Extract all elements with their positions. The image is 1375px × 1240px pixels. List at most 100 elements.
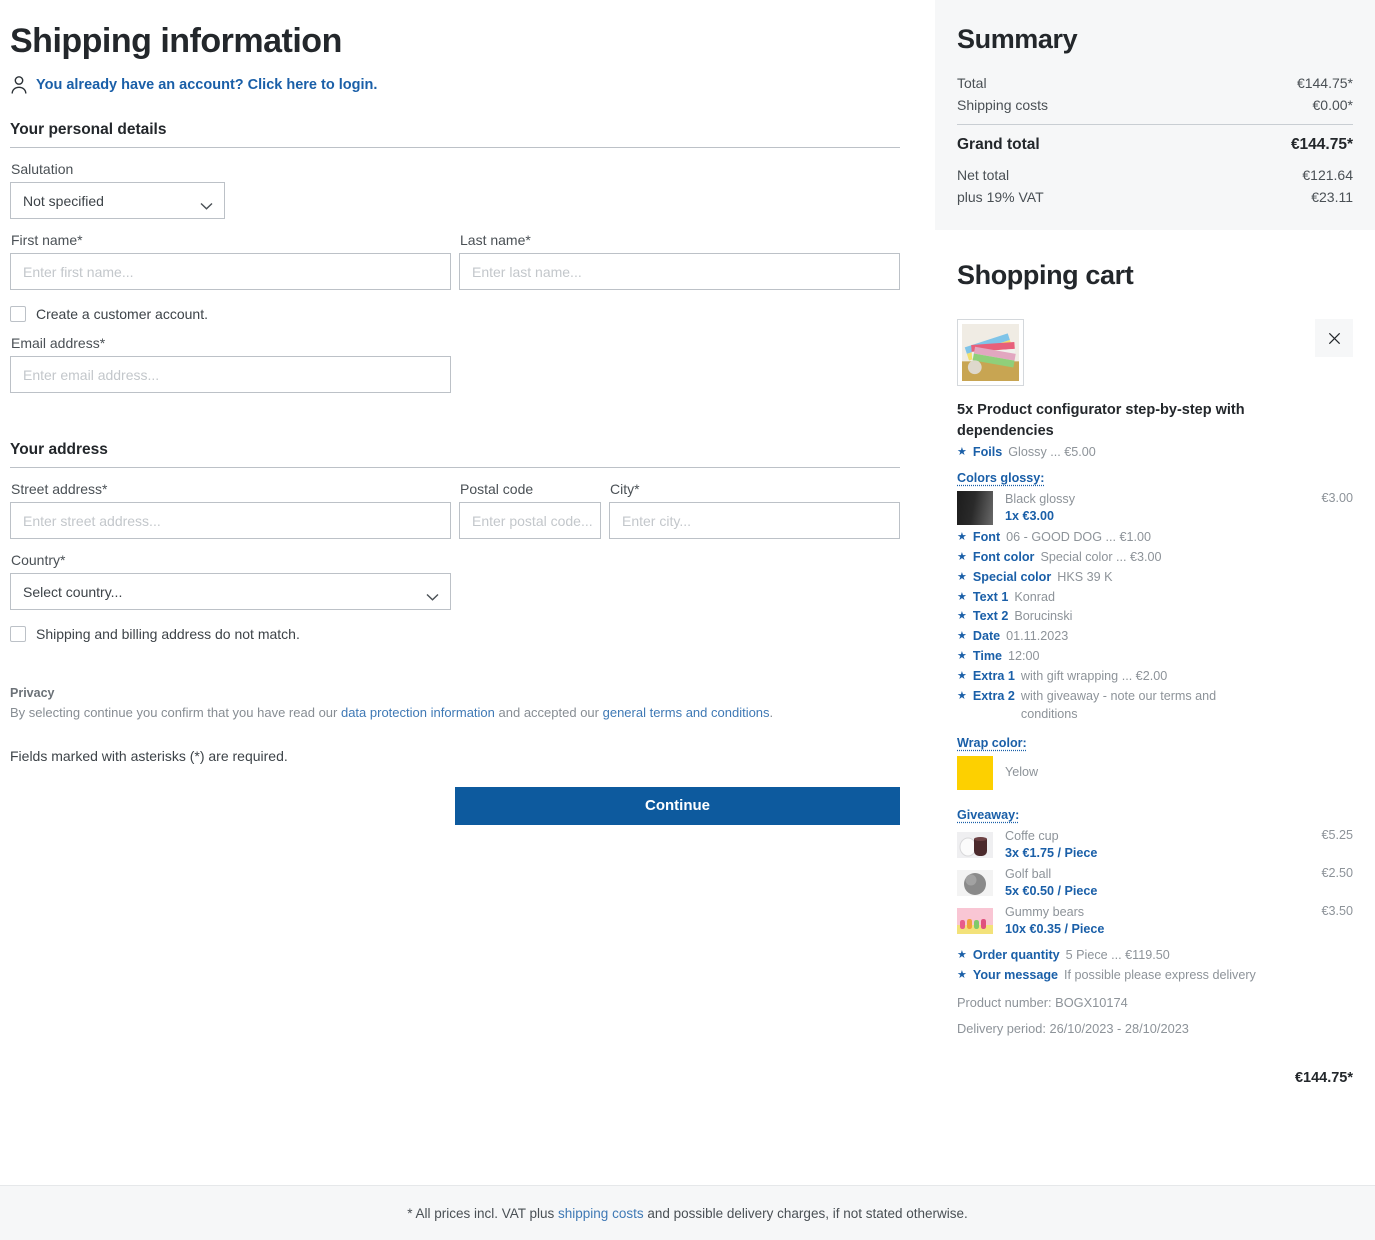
summary-row-net-total: Net total €121.64 — [957, 164, 1353, 186]
cart-option-key: Font — [972, 529, 1001, 544]
gummy-bears-thumbnail — [957, 907, 993, 934]
postal-code-placeholder: Enter postal code... — [472, 512, 593, 529]
cart-option-date: ★ Date 01.11.2023 — [957, 628, 1353, 646]
cart-option-key: Text 2 — [972, 609, 1009, 624]
salutation-select[interactable]: Not specified — [10, 182, 225, 220]
cart-option-text-1: ★ Text 1 Konrad — [957, 589, 1353, 607]
wrap-color-item: Yelow — [957, 755, 1353, 790]
email-placeholder: Enter email address... — [23, 366, 160, 383]
city-input[interactable]: Enter city... — [609, 502, 900, 540]
data-protection-link[interactable]: data protection information — [341, 705, 495, 720]
chevron-down-icon — [426, 588, 439, 601]
grand-total-value: €144.75* — [1290, 136, 1353, 153]
summary-row-total: Total €144.75* — [957, 72, 1353, 94]
login-link[interactable]: You already have an account? Click here … — [36, 77, 377, 93]
last-name-placeholder: Enter last name... — [472, 263, 582, 280]
star-icon: ★ — [957, 570, 967, 583]
create-account-row[interactable]: Create a customer account. — [10, 306, 935, 323]
giveaway-price: €2.50 — [1321, 865, 1353, 880]
cart-option-your-message: ★ Your message If possible please expres… — [957, 967, 1353, 985]
swatch-name: Black glossy — [1005, 491, 1075, 506]
street-label: Street address* — [11, 481, 108, 498]
cart-option-text-2: ★ Text 2 Borucinski — [957, 608, 1353, 626]
first-name-input[interactable]: Enter first name... — [10, 253, 451, 291]
postal-code-input[interactable]: Enter postal code... — [459, 502, 601, 540]
cart-option-font-color: ★ Font color Special color ... €3.00 — [957, 549, 1353, 567]
product-number: Product number: BOGX10174 — [957, 995, 1128, 1011]
cart-option-value: If possible please express delivery — [1064, 967, 1256, 982]
star-icon: ★ — [957, 630, 967, 643]
cart-option-order-quantity: ★ Order quantity 5 Piece ... €119.50 — [957, 947, 1353, 965]
star-icon: ★ — [957, 590, 967, 603]
personal-details-heading: Your personal details — [10, 121, 167, 139]
summary-shipping-value: €0.00* — [1312, 97, 1353, 113]
cart-option-font: ★ Font 06 - GOOD DOG ... €1.00 — [957, 529, 1353, 547]
cart-option-key: Font color — [972, 549, 1035, 564]
color-fan-thumbnail-icon — [962, 324, 1019, 381]
summary-total-label: Total — [957, 75, 987, 91]
city-placeholder: Enter city... — [622, 512, 691, 529]
continue-button[interactable]: Continue — [455, 786, 900, 825]
address-heading: Your address — [10, 441, 108, 459]
cart-option-value: 5 Piece ... €119.50 — [1065, 947, 1170, 962]
summary-row-vat: plus 19% VAT €23.11 — [957, 186, 1353, 208]
salutation-value: Not specified — [23, 192, 104, 209]
cart-option-value: with giveaway - note our terms and condi… — [1020, 688, 1217, 721]
cart-option-key: Text 1 — [972, 589, 1009, 604]
colors-glossy-heading: Colors glossy: — [957, 470, 1045, 485]
login-prompt-row[interactable]: You already have an account? Click here … — [10, 75, 935, 95]
privacy-text: By selecting continue you confirm that y… — [10, 704, 935, 723]
privacy-text-part-2: and accepted our — [494, 705, 603, 721]
net-total-label: Net total — [957, 167, 1010, 183]
street-input[interactable]: Enter street address... — [10, 502, 451, 540]
privacy-text-part-3: . — [769, 705, 774, 721]
email-label: Email address* — [11, 335, 106, 352]
star-icon: ★ — [957, 948, 967, 961]
summary-row-grand-total: Grand total €144.75* — [957, 131, 1353, 159]
star-icon: ★ — [957, 689, 967, 702]
country-select[interactable]: Select country... — [10, 573, 451, 611]
billing-mismatch-row[interactable]: Shipping and billing address do not matc… — [10, 626, 935, 643]
cart-options-list: ★ Font 06 - GOOD DOG ... €1.00 ★ Font co… — [957, 529, 1353, 724]
giveaway-qty: 3x €1.75 / Piece — [1005, 845, 1098, 860]
summary-total-value: €144.75* — [1296, 75, 1353, 91]
cart-options-bottom: ★ Order quantity 5 Piece ... €119.50 ★ Y… — [957, 947, 1353, 985]
cart-option-value: 01.11.2023 — [1006, 629, 1069, 644]
giveaway-price: €3.50 — [1321, 903, 1353, 918]
terms-conditions-link[interactable]: general terms and conditions — [603, 705, 770, 720]
yellow-swatch — [957, 755, 993, 790]
cart-option-value: HKS 39 K — [1057, 569, 1113, 584]
giveaway-qty: 5x €0.50 / Piece — [1005, 883, 1098, 898]
cart-option-foils: ★ Foils Glossy ... €5.00 — [957, 444, 1353, 462]
last-name-input[interactable]: Enter last name... — [459, 253, 900, 291]
cart-item-header — [957, 319, 1353, 386]
create-account-checkbox[interactable] — [10, 306, 26, 323]
cart-option-key: Special color — [972, 569, 1052, 584]
swatch-price: €3.00 — [1321, 490, 1353, 505]
billing-mismatch-checkbox[interactable] — [10, 626, 26, 643]
remove-item-button[interactable] — [1315, 319, 1353, 357]
cart-option-key: Time — [972, 649, 1003, 664]
cart-option-value: Glossy ... €5.00 — [1008, 445, 1096, 460]
shipping-costs-link[interactable]: shipping costs — [558, 1206, 644, 1221]
email-input[interactable]: Enter email address... — [10, 356, 451, 394]
giveaway-text: Golf ball 5x €0.50 / Piece — [1005, 866, 1313, 900]
shopping-cart-title: Shopping cart — [957, 260, 1134, 290]
vat-value: €23.11 — [1311, 189, 1353, 205]
page-footer: * All prices incl. VAT plus shipping cos… — [0, 1185, 1375, 1240]
product-thumbnail[interactable] — [957, 319, 1024, 386]
shopping-cart-section: Shopping cart 5x Product configurator st… — [935, 260, 1375, 1086]
close-icon — [1328, 332, 1340, 344]
last-name-label: Last name* — [460, 232, 531, 249]
swatch-qty: 1x €3.00 — [1005, 508, 1055, 523]
star-icon: ★ — [957, 530, 967, 543]
billing-mismatch-label: Shipping and billing address do not matc… — [36, 626, 300, 643]
privacy-heading: Privacy — [10, 686, 55, 701]
giveaway-item: Coffe cup 3x €1.75 / Piece €5.25 — [957, 828, 1353, 862]
wrap-color-text: Yelow — [1005, 764, 1353, 781]
golf-ball-thumbnail — [957, 869, 993, 896]
footer-text-part-1: * All prices incl. VAT plus — [407, 1205, 559, 1221]
vat-label: plus 19% VAT — [957, 189, 1044, 205]
footer-text-part-2: and possible delivery charges, if not st… — [643, 1205, 968, 1221]
cart-item-name: 5x Product configurator step-by-step wit… — [957, 402, 1245, 440]
